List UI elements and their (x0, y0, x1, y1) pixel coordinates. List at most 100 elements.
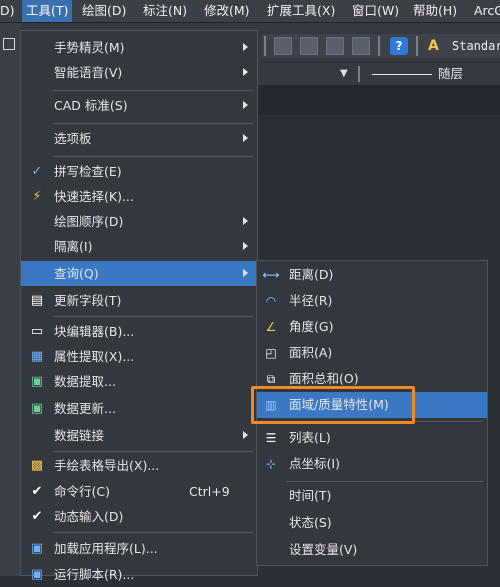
submenu-item-radius[interactable]: ◠ 半径(R) (257, 288, 487, 314)
submenu-item-point-coordinate[interactable]: ⊹ 点坐标(I) (257, 451, 487, 477)
submenu-item-label: 角度(G) (289, 319, 334, 334)
menu-extended-tools[interactable]: 扩展工具(X) (267, 0, 335, 22)
menu-item-label: 更新字段(T) (54, 293, 122, 308)
menu-item-isolate[interactable]: 隔离(I) (21, 234, 257, 259)
distance-icon: ⟷ (262, 268, 280, 282)
angle-icon: ∠ (265, 320, 277, 334)
menu-separator (53, 451, 253, 452)
submenu-separator (287, 481, 483, 482)
menu-item-smart-voice[interactable]: 智能语音(V) (21, 60, 257, 85)
menu-item-label: 属性提取(X)... (54, 349, 135, 364)
menu-item-data-update[interactable]: ▣ 数据更新... (21, 396, 257, 421)
menu-item-update-field[interactable]: ▤ 更新字段(T) (21, 288, 257, 313)
submenu-arrow-icon (243, 101, 248, 109)
menu-item-table-export[interactable]: ▩ 手绘表格导出(X)... (21, 453, 257, 478)
checkmark-icon: ✔ (31, 484, 43, 499)
submenu-item-label: 距离(D) (289, 267, 334, 282)
menu-draw[interactable]: 绘图(D) (82, 0, 126, 22)
menu-separator (53, 90, 253, 91)
run-script-icon: ▣ (30, 567, 44, 582)
menu-item-label: 手绘表格导出(X)... (54, 458, 160, 473)
menu-help[interactable]: 帮助(H) (413, 0, 457, 22)
menu-tools[interactable]: 工具(T) (22, 0, 73, 22)
menu-item-spell-check[interactable]: ✓ 拼写检查(E) (21, 159, 257, 184)
menu-item-label: 块编辑器(B)... (54, 324, 135, 339)
menu-arcgis[interactable]: ArcG (474, 0, 500, 22)
menu-separator (53, 532, 253, 533)
annotation-highlight-box (251, 386, 415, 424)
toolbar-button-1[interactable] (274, 37, 292, 55)
submenu-item-time[interactable]: 时间(T) (257, 483, 487, 509)
submenu-arrow-icon (243, 431, 248, 439)
submenu-arrow-icon (243, 134, 248, 142)
menu-item-cad-standards[interactable]: CAD 标准(S) (21, 93, 257, 118)
menu-item-label: 数据链接 (54, 428, 105, 443)
load-app-icon: ▣ (30, 541, 44, 556)
spell-check-icon: ✓ (31, 164, 43, 179)
menu-item-attribute-extract[interactable]: ▦ 属性提取(X)... (21, 344, 257, 369)
menu-item-label: 数据更新... (54, 401, 116, 416)
tools-menu: 手势精灵(M) 智能语音(V) CAD 标准(S) 选项板 ✓ 拼写检查(E) … (20, 30, 258, 582)
menu-item-palettes[interactable]: 选项板 (21, 126, 257, 151)
menu-item-quick-select[interactable]: ⚡ 快速选择(K)... (21, 184, 257, 209)
chevron-down-icon[interactable]: ▼ (340, 63, 348, 85)
update-field-icon: ▤ (30, 293, 44, 308)
menu-item-label: 动态输入(D) (54, 509, 124, 524)
menu-item-label: 快速选择(K)... (54, 189, 134, 204)
text-style-select[interactable]: Standar (452, 37, 500, 55)
attribute-extract-icon: ▦ (30, 349, 44, 364)
submenu-item-area[interactable]: ◰ 面积(A) (257, 340, 487, 366)
menu-item-label: 选项板 (54, 131, 92, 146)
menu-item-gesture-wizard[interactable]: 手势精灵(M) (21, 35, 257, 60)
submenu-arrow-icon (243, 43, 248, 51)
radius-icon: ◠ (265, 294, 277, 308)
menu-item-label: 智能语音(V) (54, 65, 123, 80)
data-extract-icon: ▣ (30, 374, 44, 389)
menu-item-inquiry[interactable]: 查询(Q) (21, 261, 257, 286)
menu-separator (53, 156, 253, 157)
submenu-item-list[interactable]: ☰ 列表(L) (257, 425, 487, 451)
menu-item-label: 拼写检查(E) (54, 164, 122, 179)
submenu-item-label: 设置变量(V) (289, 542, 358, 557)
menu-item-label: 运行脚本(R)... (54, 567, 135, 582)
menu-item-dynamic-input[interactable]: ✔ 动态输入(D) (21, 504, 257, 529)
help-icon[interactable]: ? (390, 37, 408, 55)
submenu-arrow-icon (243, 217, 248, 225)
menu-separator (53, 316, 253, 317)
menu-dimension[interactable]: 标注(N) (143, 0, 187, 22)
submenu-item-set-variable[interactable]: 设置变量(V) (257, 537, 487, 563)
menu-item-run-script[interactable]: ▣ 运行脚本(R)... (21, 562, 257, 587)
menu-window[interactable]: 窗口(W) (352, 0, 399, 22)
left-toolbar-button[interactable] (0, 34, 18, 58)
toolbar-button-4[interactable] (352, 37, 370, 55)
block-editor-icon: ▭ (30, 324, 44, 339)
toolbar-separator (416, 36, 418, 56)
toolbar-button-3[interactable] (326, 37, 344, 55)
menu-item-data-extract[interactable]: ▣ 数据提取... (21, 369, 257, 394)
submenu-item-angle[interactable]: ∠ 角度(G) (257, 314, 487, 340)
left-toolbar-strip (0, 23, 20, 576)
text-style-icon[interactable]: A (428, 38, 446, 54)
menu-item-load-application[interactable]: ▣ 加载应用程序(L)... (21, 536, 257, 561)
menu-item-draw-order[interactable]: 绘图顺序(D) (21, 209, 257, 234)
linetype-sample (372, 74, 432, 75)
submenu-item-status[interactable]: 状态(S) (257, 510, 487, 536)
submenu-item-label: 列表(L) (289, 430, 331, 445)
linetype-select[interactable]: 随层 (438, 63, 463, 85)
menu-item-command-line[interactable]: ✔ 命令行(C) Ctrl+9 (21, 479, 257, 504)
checkmark-icon: ✔ (31, 509, 43, 524)
menu-view-partial[interactable]: D) (0, 0, 15, 22)
point-coordinate-icon: ⊹ (265, 457, 277, 471)
submenu-item-distance[interactable]: ⟷ 距离(D) (257, 262, 487, 288)
menu-item-label: 绘图顺序(D) (54, 214, 124, 229)
menu-item-data-link[interactable]: 数据链接 (21, 423, 257, 448)
submenu-arrow-icon (243, 269, 248, 277)
toolbar-button-2[interactable] (300, 37, 318, 55)
submenu-item-label: 时间(T) (289, 488, 332, 503)
menu-bar: D) 工具(T) 绘图(D) 标注(N) 修改(M) 扩展工具(X) 窗口(W)… (0, 0, 500, 23)
toolbar-separator (264, 36, 266, 56)
menu-item-block-editor[interactable]: ▭ 块编辑器(B)... (21, 319, 257, 344)
menu-modify[interactable]: 修改(M) (204, 0, 250, 22)
standard-toolbar: ? A Standar (262, 34, 500, 58)
data-update-icon: ▣ (30, 401, 44, 416)
